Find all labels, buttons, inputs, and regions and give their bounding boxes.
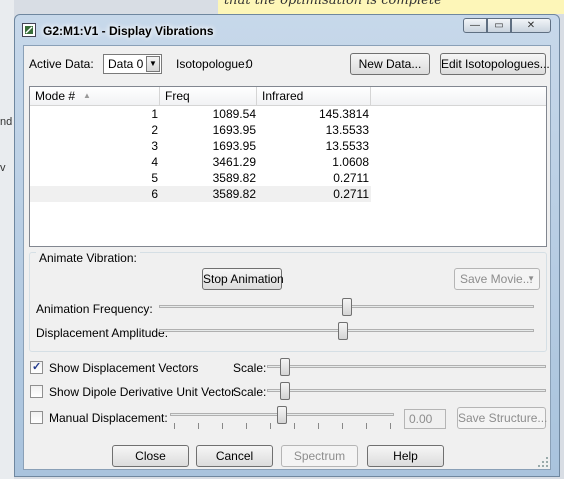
vectors-scale-slider[interactable]: [280, 358, 290, 376]
slider-tick: [222, 423, 223, 429]
animation-frequency-slider[interactable]: [342, 298, 352, 316]
cell-freq: 1693.95: [212, 139, 256, 153]
spectrum-button[interactable]: Spectrum: [281, 445, 358, 467]
cell-freq: 3461.29: [212, 155, 256, 169]
animation-frequency-label: Animation Frequency:: [36, 302, 153, 316]
vectors-scale-track: [267, 365, 546, 368]
stop-animation-button[interactable]: Stop Animation: [202, 268, 284, 290]
manual-displacement-checkbox[interactable]: [30, 411, 43, 424]
column-header-infrared[interactable]: Infrared: [257, 87, 371, 105]
save-structure-button[interactable]: Save Structure...: [457, 407, 547, 429]
slider-tick: [246, 423, 247, 429]
cell-mode: 4: [151, 155, 158, 169]
slider-tick: [294, 423, 295, 429]
manual-displacement-label: Manual Displacement:: [49, 411, 168, 425]
background-text-fragment: nd: [0, 116, 13, 128]
column-header-freq[interactable]: Freq: [160, 87, 257, 105]
background-note: that the optimisation is complete: [218, 0, 564, 14]
cell-mode: 5: [151, 171, 158, 185]
vibrations-table[interactable]: Mode # ▲ Freq Infrared 1 1089.54 145.3814 2…: [29, 86, 547, 247]
sort-ascending-icon: ▲: [83, 91, 91, 100]
close-button[interactable]: Close: [112, 445, 189, 467]
maximize-button[interactable]: ▭: [487, 18, 511, 33]
dipole-scale-track: [267, 389, 546, 392]
slider-tick: [366, 423, 367, 429]
cell-mode: 2: [151, 123, 158, 137]
table-row[interactable]: 3 1693.95 13.5533: [30, 138, 371, 154]
cell-infrared: 0.2711: [333, 171, 369, 185]
table-row[interactable]: 5 3589.82 0.2711: [30, 170, 371, 186]
slider-tick: [318, 423, 319, 429]
displacement-amplitude-label: Displacement Amplitude:: [36, 326, 169, 340]
chevron-down-icon: ▼: [146, 56, 160, 72]
slider-tick: [174, 423, 175, 429]
minimize-icon: —: [470, 20, 480, 31]
slider-tick: [390, 423, 391, 429]
show-dipole-derivative-checkbox[interactable]: [30, 385, 43, 398]
save-movie-button[interactable]: Save Movie... ▼: [454, 268, 540, 290]
displacement-amplitude-slider[interactable]: [338, 322, 348, 340]
cell-freq: 3589.82: [212, 171, 256, 185]
display-vibrations-window: G2:M1:V1 - Display Vibrations — ▭ ✕ Acti…: [14, 14, 560, 477]
checkmark-icon: ✓: [32, 361, 42, 373]
cell-infrared: 0.2711: [333, 187, 369, 201]
close-icon: ✕: [526, 20, 536, 31]
window-title: G2:M1:V1 - Display Vibrations: [43, 24, 214, 38]
active-data-dropdown[interactable]: Data 0 ▼: [103, 54, 162, 74]
slider-tick: [198, 423, 199, 429]
active-data-value: Data 0: [108, 57, 144, 71]
isotopologue-label: Isotopologue:: [176, 57, 249, 71]
minimize-button[interactable]: —: [463, 18, 487, 33]
maximize-icon: ▭: [494, 20, 504, 31]
dipole-scale-label: Scale:: [233, 385, 267, 399]
table-header: Mode # ▲ Freq Infrared: [30, 87, 546, 106]
cell-infrared: 1.0608: [332, 155, 369, 169]
animate-vibration-group: Animate Vibration: Stop Animation Save M…: [29, 251, 547, 352]
app-icon: [22, 23, 36, 37]
animate-vibration-label: Animate Vibration:: [36, 251, 140, 265]
vectors-scale-label: Scale:: [233, 361, 267, 375]
cell-mode: 1: [151, 107, 158, 121]
resize-grip-icon[interactable]: [538, 457, 548, 467]
cell-freq: 1693.95: [212, 123, 256, 137]
cell-freq: 1089.54: [212, 107, 256, 121]
slider-tick: [342, 423, 343, 429]
new-data-button[interactable]: New Data...: [350, 53, 430, 75]
title-bar[interactable]: G2:M1:V1 - Display Vibrations — ▭ ✕: [15, 15, 559, 45]
show-displacement-vectors-checkbox[interactable]: ✓: [30, 361, 43, 374]
cell-infrared: 13.5533: [325, 123, 369, 137]
table-row[interactable]: 4 3461.29 1.0608: [30, 154, 371, 170]
background-text-fragment: v: [0, 162, 6, 174]
isotopologue-value: 0: [246, 57, 253, 71]
manual-displacement-slider[interactable]: [277, 406, 287, 424]
close-window-button[interactable]: ✕: [511, 18, 551, 33]
edit-isotopologues-button[interactable]: Edit Isotopologues...: [440, 53, 550, 75]
show-displacement-vectors-label: Show Displacement Vectors: [49, 361, 199, 375]
cell-mode: 6: [151, 187, 158, 201]
manual-displacement-value[interactable]: 0.00: [404, 409, 446, 429]
cell-freq: 3589.82: [212, 187, 256, 201]
slider-tick: [270, 423, 271, 429]
cell-infrared: 145.3814: [318, 107, 369, 121]
column-header-mode[interactable]: Mode # ▲: [30, 87, 160, 105]
dialog-client-area: Active Data: Data 0 ▼ Isotopologue: 0 Ne…: [23, 45, 551, 470]
table-row[interactable]: 6 3589.82 0.2711: [30, 186, 371, 202]
cell-infrared: 13.5533: [325, 139, 369, 153]
manual-displacement-ticks: [174, 423, 391, 429]
background-left-panel: nd v: [0, 0, 14, 479]
active-data-label: Active Data:: [29, 57, 94, 71]
background-note-text: that the optimisation is complete: [224, 0, 442, 8]
dipole-scale-slider[interactable]: [280, 382, 290, 400]
cancel-button[interactable]: Cancel: [196, 445, 273, 467]
cell-mode: 3: [151, 139, 158, 153]
help-button[interactable]: Help: [367, 445, 444, 467]
table-row[interactable]: 1 1089.54 145.3814: [30, 106, 371, 122]
show-dipole-derivative-label: Show Dipole Derivative Unit Vector: [49, 385, 236, 399]
chevron-down-icon: ▼: [527, 274, 535, 283]
table-row[interactable]: 2 1693.95 13.5533: [30, 122, 371, 138]
